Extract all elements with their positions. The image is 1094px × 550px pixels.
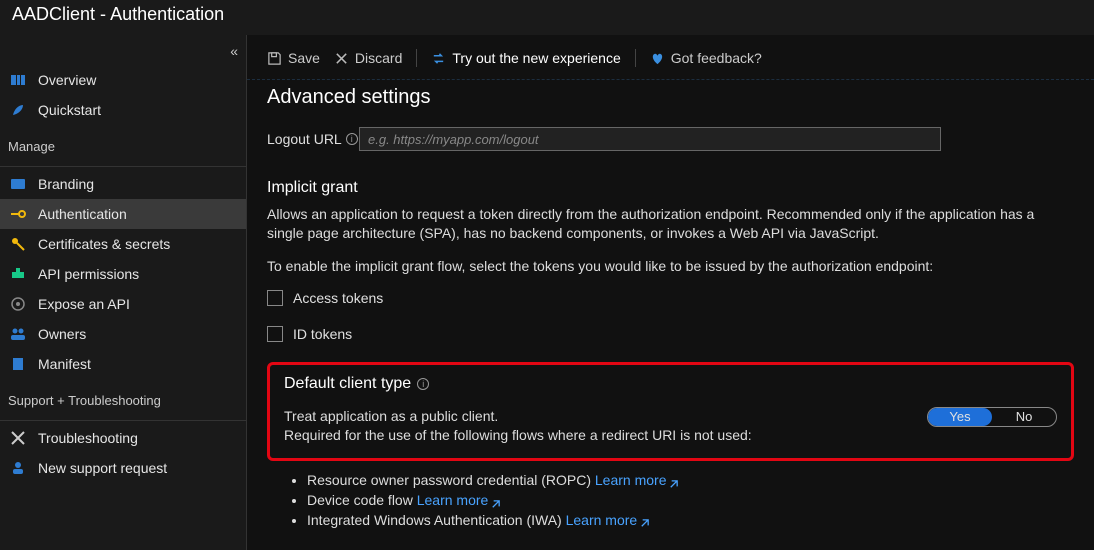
checkbox-icon[interactable] — [267, 290, 283, 306]
main-panel: Save Discard Try out the new experience … — [247, 35, 1094, 550]
sidebar-item-label: Owners — [38, 326, 86, 342]
branding-icon — [10, 176, 26, 192]
toolbar: Save Discard Try out the new experience … — [247, 35, 1094, 80]
sidebar-item-label: Branding — [38, 176, 94, 192]
header-section: Authentication — [110, 4, 224, 24]
implicit-grant-description-1: Allows an application to request a token… — [267, 205, 1074, 243]
support-icon — [10, 460, 26, 476]
discard-label: Discard — [355, 50, 402, 66]
info-icon[interactable]: i — [417, 378, 429, 390]
heart-icon — [650, 51, 665, 66]
api-perm-icon — [10, 266, 26, 282]
sidebar-item-certificates[interactable]: Certificates & secrets — [0, 229, 246, 259]
collapse-sidebar-icon[interactable]: « — [230, 43, 238, 59]
toolbar-separator — [635, 49, 636, 67]
discard-button[interactable]: Discard — [334, 50, 402, 66]
key-icon — [10, 236, 26, 252]
overview-icon — [10, 72, 26, 88]
sidebar-item-manifest[interactable]: Manifest — [0, 349, 246, 379]
sidebar-group-support: Support + Troubleshooting — [0, 379, 246, 414]
sidebar-item-label: Overview — [38, 72, 96, 88]
save-icon — [267, 51, 282, 66]
discard-icon — [334, 51, 349, 66]
sidebar-item-owners[interactable]: Owners — [0, 319, 246, 349]
tools-icon — [10, 430, 26, 446]
id-tokens-label: ID tokens — [293, 326, 352, 342]
sidebar-item-authentication[interactable]: Authentication — [0, 199, 246, 229]
sidebar-item-branding[interactable]: Branding — [0, 169, 246, 199]
sidebar-item-label: Expose an API — [38, 296, 130, 312]
access-tokens-label: Access tokens — [293, 290, 383, 306]
switch-icon — [431, 51, 446, 66]
page-header: AADClient - Authentication — [0, 0, 1094, 35]
flows-list: Resource owner password credential (ROPC… — [307, 471, 1074, 530]
expose-api-icon — [10, 296, 26, 312]
toggle-yes[interactable]: Yes — [928, 408, 992, 426]
default-client-type-box: Default client type i Treat application … — [267, 362, 1074, 462]
save-label: Save — [288, 50, 320, 66]
sidebar-item-api-permissions[interactable]: API permissions — [0, 259, 246, 289]
sidebar-item-new-support-request[interactable]: New support request — [0, 453, 246, 483]
sidebar: « Overview Quickstart Manage Branding Au… — [0, 35, 247, 550]
public-client-toggle[interactable]: Yes No — [927, 407, 1057, 427]
logout-url-row: Logout URL i — [267, 127, 1074, 151]
sidebar-item-expose-api[interactable]: Expose an API — [0, 289, 246, 319]
advanced-settings-title: Advanced settings — [267, 86, 1074, 109]
default-client-type-text: Treat application as a public client. Re… — [284, 407, 752, 445]
learn-more-link[interactable]: Learn more — [595, 472, 680, 488]
default-client-type-title: Default client type i — [284, 375, 1057, 393]
flow-device-code: Device code flow Learn more — [307, 491, 1074, 511]
sidebar-group-manage: Manage — [0, 125, 246, 160]
divider — [0, 420, 246, 421]
toolbar-separator — [416, 49, 417, 67]
external-link-icon — [668, 476, 679, 487]
header-app: AADClient — [12, 4, 95, 24]
sidebar-item-label: Troubleshooting — [38, 430, 138, 446]
implicit-grant-title: Implicit grant — [267, 179, 1074, 197]
sidebar-item-troubleshooting[interactable]: Troubleshooting — [0, 423, 246, 453]
flow-iwa: Integrated Windows Authentication (IWA) … — [307, 511, 1074, 531]
implicit-grant-description-2: To enable the implicit grant flow, selec… — [267, 257, 1074, 276]
rocket-icon — [10, 102, 26, 118]
learn-more-link[interactable]: Learn more — [417, 492, 502, 508]
feedback-label: Got feedback? — [671, 50, 762, 66]
try-new-experience-button[interactable]: Try out the new experience — [431, 50, 620, 66]
flow-ropc: Resource owner password credential (ROPC… — [307, 471, 1074, 491]
checkbox-icon[interactable] — [267, 326, 283, 342]
owners-icon — [10, 326, 26, 342]
try-new-label: Try out the new experience — [452, 50, 620, 66]
header-separator: - — [100, 4, 110, 24]
sidebar-item-label: New support request — [38, 460, 167, 476]
logout-url-label: Logout URL i — [267, 131, 359, 147]
id-tokens-checkbox-row[interactable]: ID tokens — [267, 326, 1074, 342]
info-icon[interactable]: i — [346, 133, 358, 145]
logout-url-input[interactable] — [359, 127, 941, 151]
sidebar-item-quickstart[interactable]: Quickstart — [0, 95, 246, 125]
sidebar-item-label: Certificates & secrets — [38, 236, 170, 252]
sidebar-item-label: API permissions — [38, 266, 139, 282]
access-tokens-checkbox-row[interactable]: Access tokens — [267, 290, 1074, 306]
toggle-no[interactable]: No — [992, 408, 1056, 426]
learn-more-link[interactable]: Learn more — [566, 512, 651, 528]
sidebar-item-label: Manifest — [38, 356, 91, 372]
feedback-button[interactable]: Got feedback? — [650, 50, 762, 66]
external-link-icon — [490, 496, 501, 507]
save-button[interactable]: Save — [267, 50, 320, 66]
external-link-icon — [639, 515, 650, 526]
sidebar-item-label: Authentication — [38, 206, 127, 222]
manifest-icon — [10, 356, 26, 372]
sidebar-item-label: Quickstart — [38, 102, 101, 118]
auth-icon — [10, 206, 26, 222]
divider — [0, 166, 246, 167]
sidebar-item-overview[interactable]: Overview — [0, 65, 246, 95]
